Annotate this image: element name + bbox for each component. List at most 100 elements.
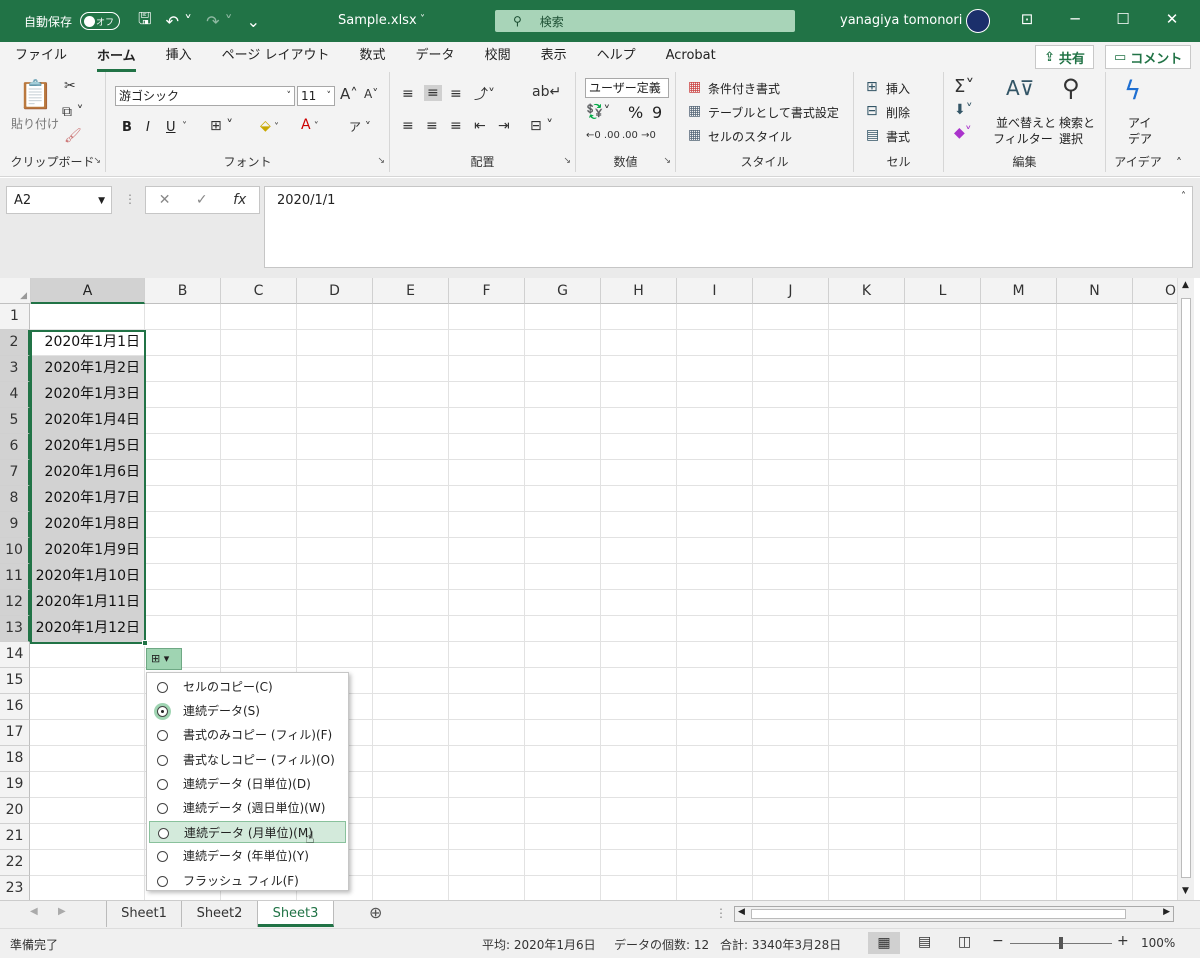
column-header-B[interactable]: B: [145, 278, 221, 304]
tab-7[interactable]: 表示: [541, 42, 567, 72]
column-header-E[interactable]: E: [373, 278, 449, 304]
dialog-launcher-icon[interactable]: ↘: [663, 156, 671, 166]
row-header-8[interactable]: 8: [0, 486, 30, 512]
undo-icon[interactable]: ↶ ˅: [166, 12, 193, 31]
percent-button[interactable]: %: [628, 103, 643, 122]
dialog-launcher-icon[interactable]: ↘: [377, 156, 385, 166]
merge-center-icon[interactable]: ⊟ ˅: [530, 118, 553, 134]
scroll-left-icon[interactable]: ◀: [738, 907, 745, 917]
font-size-combo[interactable]: 11 ˅: [297, 86, 335, 106]
clear-icon[interactable]: ◆˅: [954, 125, 972, 141]
next-sheet-icon[interactable]: ▶: [58, 906, 66, 917]
align-right-icon[interactable]: ≡: [450, 118, 462, 134]
comment-button[interactable]: ▭ コメント: [1105, 45, 1192, 69]
row-header-16[interactable]: 16: [0, 694, 30, 720]
paste-icon[interactable]: 📋: [18, 78, 53, 111]
sheet-tab-Sheet1[interactable]: Sheet1: [106, 901, 182, 927]
prev-sheet-icon[interactable]: ◀: [30, 906, 38, 917]
align-bottom-icon[interactable]: ≡: [450, 86, 462, 102]
align-middle-icon[interactable]: ≡: [424, 85, 442, 101]
row-header-14[interactable]: 14: [0, 642, 30, 668]
font-name-combo[interactable]: 游ゴシック ˅: [115, 86, 295, 106]
minimize-icon[interactable]: ─: [1063, 10, 1087, 28]
bold-button[interactable]: B: [122, 120, 132, 135]
row-header-17[interactable]: 17: [0, 720, 30, 746]
underline-button[interactable]: U: [166, 120, 176, 135]
number-format-combo[interactable]: ユーザー定義: [585, 78, 669, 98]
autofill-option-1[interactable]: 連続データ(S): [149, 700, 346, 722]
decrease-font-icon[interactable]: A˅: [364, 87, 378, 101]
column-header-O[interactable]: O: [1133, 278, 1177, 304]
increase-indent-icon[interactable]: ⇥: [498, 118, 510, 134]
column-header-L[interactable]: L: [905, 278, 981, 304]
user-name[interactable]: yanagiya tomonori: [840, 13, 962, 28]
autofill-option-6[interactable]: 連続データ (月単位)(M): [149, 821, 346, 844]
split-handle-icon[interactable]: ⋮: [715, 906, 727, 920]
tab-6[interactable]: 校閲: [485, 42, 511, 72]
autofill-option-8[interactable]: フラッシュ フィル(F): [149, 870, 346, 892]
page-layout-icon[interactable]: ▤: [918, 934, 931, 950]
avatar[interactable]: [966, 9, 990, 33]
collapse-ribbon-icon[interactable]: ˄: [1176, 156, 1182, 170]
underline-dropdown-icon[interactable]: ˅: [182, 121, 187, 132]
increase-font-icon[interactable]: A˄: [340, 85, 358, 103]
vertical-scrollbar[interactable]: ▲ ▼: [1177, 278, 1194, 900]
add-sheet-icon[interactable]: ⊕: [369, 903, 382, 922]
copy-icon[interactable]: ⧉ ˅: [62, 104, 83, 120]
search-box[interactable]: ⚲ 検索: [495, 10, 795, 32]
formula-input[interactable]: 2020/1/1 ˄: [264, 186, 1193, 268]
paste-button[interactable]: 貼り付け: [11, 115, 59, 132]
row-header-23[interactable]: 23: [0, 876, 30, 900]
wrap-text-icon[interactable]: ab↵: [532, 84, 561, 100]
row-header-2[interactable]: 2: [0, 330, 30, 356]
zoom-in-icon[interactable]: +: [1117, 933, 1129, 949]
dialog-launcher-icon[interactable]: ↘: [93, 156, 101, 166]
select-all-corner[interactable]: ◢: [0, 278, 31, 304]
row-header-4[interactable]: 4: [0, 382, 30, 408]
horizontal-scrollbar[interactable]: ◀ ▶: [734, 906, 1174, 922]
tab-4[interactable]: 数式: [360, 42, 386, 72]
autofill-options-button[interactable]: ⊞ ▾: [146, 648, 182, 670]
row-header-22[interactable]: 22: [0, 850, 30, 876]
row-header-15[interactable]: 15: [0, 668, 30, 694]
column-header-F[interactable]: F: [449, 278, 525, 304]
row-header-20[interactable]: 20: [0, 798, 30, 824]
increase-decimal-icon[interactable]: ←0 .00: [586, 130, 620, 141]
phonetic-icon[interactable]: ア ˅: [349, 118, 371, 135]
row-header-11[interactable]: 11: [0, 564, 30, 590]
zoom-slider-thumb[interactable]: [1059, 937, 1063, 949]
dialog-launcher-icon[interactable]: ↘: [563, 156, 571, 166]
column-header-M[interactable]: M: [981, 278, 1057, 304]
column-header-K[interactable]: K: [829, 278, 905, 304]
column-header-N[interactable]: N: [1057, 278, 1133, 304]
sheet-tab-Sheet2[interactable]: Sheet2: [182, 901, 258, 927]
tab-3[interactable]: ページ レイアウト: [222, 42, 330, 72]
autosum-icon[interactable]: Σ˅: [954, 76, 974, 97]
format-cells-button[interactable]: 書式: [886, 128, 910, 145]
tab-2[interactable]: 挿入: [166, 42, 192, 72]
ideas-icon[interactable]: ϟ: [1124, 76, 1141, 106]
ideas-button[interactable]: アイ: [1128, 114, 1151, 131]
border-icon[interactable]: ⊞ ˅: [210, 118, 233, 134]
autofill-option-5[interactable]: 連続データ (週日単位)(W): [149, 797, 346, 819]
cut-icon[interactable]: ✂: [64, 78, 76, 94]
scroll-right-icon[interactable]: ▶: [1163, 907, 1170, 917]
document-title[interactable]: Sample.xlsx: [338, 13, 417, 28]
ribbon-display-icon[interactable]: ⊡: [1015, 10, 1039, 28]
row-header-9[interactable]: 9: [0, 512, 30, 538]
accounting-icon[interactable]: 💱˅: [586, 104, 610, 120]
align-center-icon[interactable]: ≡: [426, 118, 438, 134]
format-painter-icon[interactable]: 🖌: [64, 128, 82, 144]
find-select-button[interactable]: 検索と: [1059, 114, 1095, 131]
maximize-icon[interactable]: ☐: [1111, 10, 1135, 28]
close-icon[interactable]: ✕: [1160, 10, 1184, 28]
page-break-icon[interactable]: ◫: [958, 934, 971, 950]
column-header-D[interactable]: D: [297, 278, 373, 304]
cancel-icon[interactable]: ✕: [159, 192, 171, 208]
delete-cells-button[interactable]: 削除: [886, 104, 910, 121]
column-header-I[interactable]: I: [677, 278, 753, 304]
column-header-H[interactable]: H: [601, 278, 677, 304]
column-header-C[interactable]: C: [221, 278, 297, 304]
insert-cells-button[interactable]: 挿入: [886, 80, 910, 97]
scroll-up-icon[interactable]: ▲: [1182, 280, 1189, 290]
